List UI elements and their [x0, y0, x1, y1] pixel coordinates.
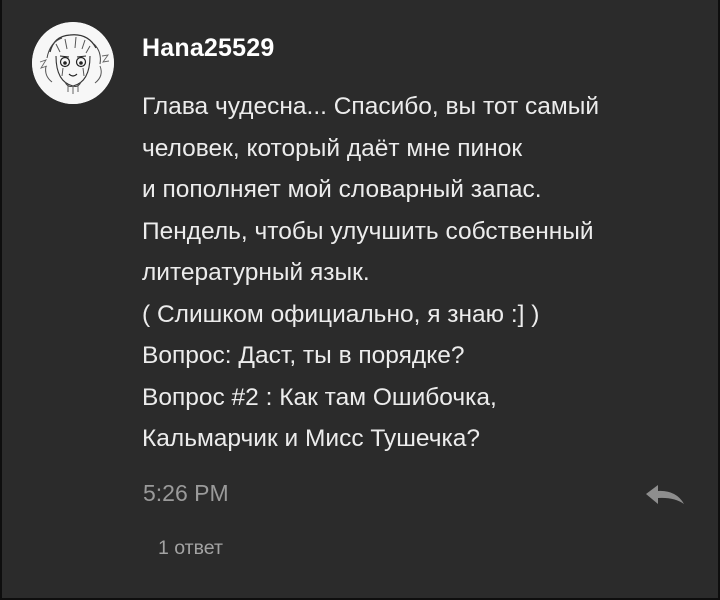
comment-line: человек, который даёт мне пинок [142, 134, 523, 162]
username[interactable]: Hana25529 [142, 34, 274, 63]
comment-line: Кальмарчик и Мисс Тушечка? [142, 425, 480, 452]
comment-line: Вопрос: Даст, ты в порядке? [142, 342, 465, 369]
comment-timestamp: 5:26 PM [143, 480, 229, 506]
comment-line: Вопрос #2 : Как там Ошибочка, [142, 383, 497, 411]
comment-line: Пендель, чтобы улучшить собственный [142, 217, 594, 245]
comment-line: и пополняет мой словарный запас. [142, 176, 542, 203]
comment-line: ( Слишком официально, я знаю :] ) [142, 300, 540, 328]
reply-arrow-icon [646, 485, 684, 504]
reply-button[interactable] [642, 480, 688, 510]
avatar-sketch-face-icon [32, 22, 114, 104]
replies-link[interactable]: 1 ответ [158, 537, 223, 560]
comment-text: Глава чудесна... Спасибо, вы тот самый ч… [142, 86, 702, 460]
comment-line: Глава чудесна... Спасибо, вы тот самый [142, 93, 600, 120]
avatar[interactable] [32, 22, 114, 104]
comment-card: Hana25529 Глава чудесна... Спасибо, вы т… [0, 0, 720, 600]
comment-line: литературный язык. [142, 259, 370, 286]
